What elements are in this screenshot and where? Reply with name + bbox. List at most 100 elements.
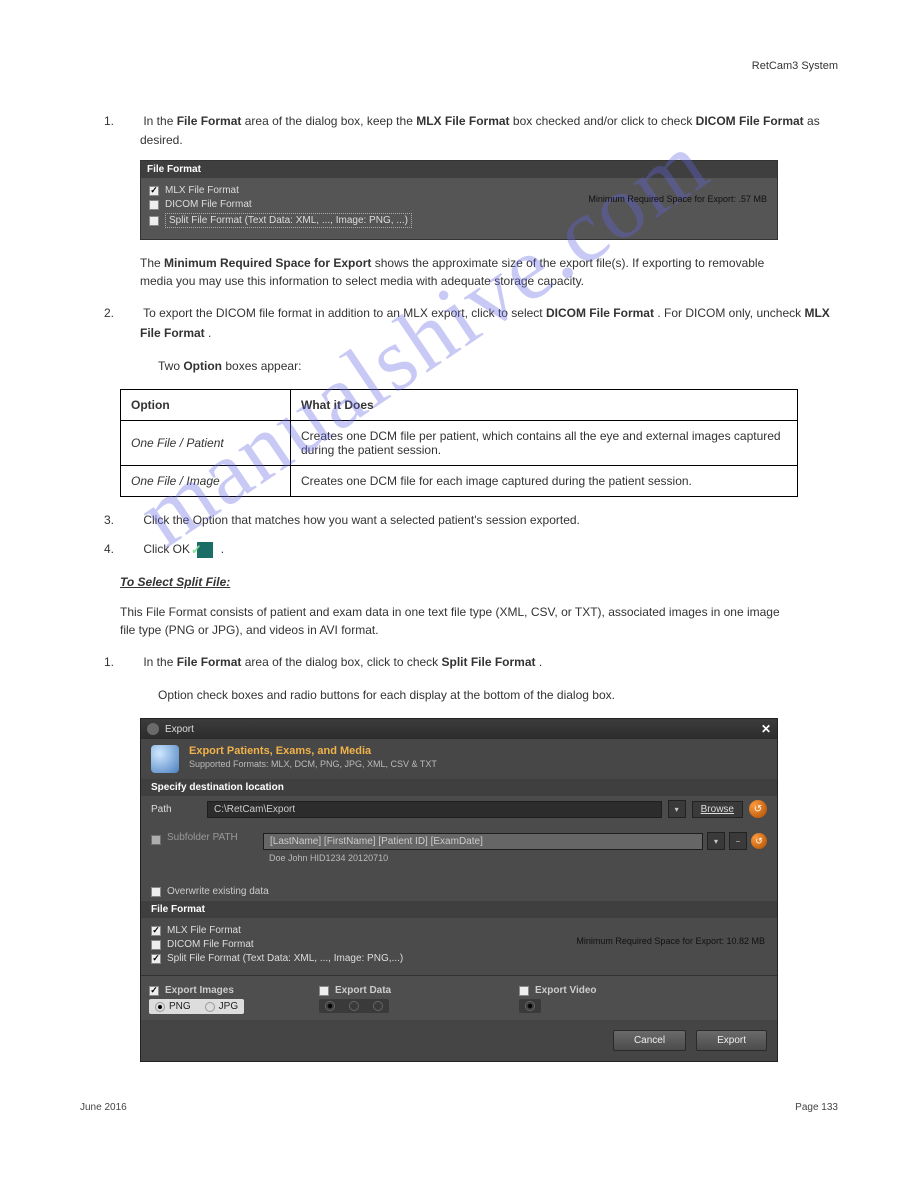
step-number: 1. xyxy=(122,653,140,672)
reset-icon[interactable]: ↺ xyxy=(749,800,767,818)
png-radio[interactable]: PNG xyxy=(155,1001,191,1012)
path-dropdown-icon[interactable]: ▾ xyxy=(668,800,686,818)
text: boxes appear: xyxy=(225,359,301,373)
titlebar: Export ✕ xyxy=(141,719,777,739)
checkbox-icon xyxy=(519,986,529,996)
mlx-checkbox-row[interactable]: MLX File Format xyxy=(151,925,767,936)
radio-icon xyxy=(205,1002,215,1012)
path-input[interactable]: C:\RetCam\Export xyxy=(207,801,662,818)
checkbox-icon xyxy=(149,216,159,226)
checkbox-icon xyxy=(319,986,329,996)
globe-icon xyxy=(151,745,179,773)
product-name: RetCam3 System xyxy=(752,60,838,72)
minus-icon[interactable]: − xyxy=(729,832,747,850)
radio-label: PNG xyxy=(169,1001,191,1012)
text: area of the dialog box, click to check xyxy=(245,655,442,669)
table-row: One File / Image Creates one DCM file fo… xyxy=(121,465,798,496)
checkbox-icon xyxy=(151,940,161,950)
export-video-check[interactable]: Export Video xyxy=(519,985,769,996)
step-number: 4. xyxy=(122,540,140,559)
cell-option: One File / Patient xyxy=(121,420,291,465)
table-header-option: Option xyxy=(121,389,291,420)
step-1: 1. In the File Format area of the dialog… xyxy=(140,112,838,150)
term-file-format: File Format xyxy=(177,655,242,669)
cell-desc: Creates one DCM file per patient, which … xyxy=(291,420,798,465)
term-dicom: DICOM File Format xyxy=(696,114,804,128)
chevron-down-icon[interactable]: ▾ xyxy=(707,832,725,850)
jpg-radio[interactable]: JPG xyxy=(205,1001,238,1012)
checkbox-label: DICOM File Format xyxy=(167,939,254,950)
overwrite-row[interactable]: Overwrite existing data xyxy=(141,882,777,901)
export-images-check[interactable]: Export Images xyxy=(149,985,303,996)
banner-subtitle: Supported Formats: MLX, DCM, PNG, JPG, X… xyxy=(189,759,437,769)
close-icon[interactable]: ✕ xyxy=(761,722,771,736)
subfolder-input[interactable]: [LastName] [FirstName] [Patient ID] [Exa… xyxy=(263,833,703,850)
option-intro: Two Option boxes appear: xyxy=(158,357,838,375)
split-checkbox-row[interactable]: Split File Format (Text Data: XML, ..., … xyxy=(151,953,767,964)
step-number: 3. xyxy=(122,511,140,530)
browse-button[interactable]: Browse xyxy=(692,801,743,818)
radio-icon[interactable] xyxy=(325,1001,335,1011)
cancel-button[interactable]: Cancel xyxy=(613,1030,686,1051)
split-intro: This File Format consists of patient and… xyxy=(120,603,798,639)
table-header-what: What it Does xyxy=(291,389,798,420)
checkbox-icon xyxy=(149,986,159,996)
checkbox-label: Split File Format (Text Data: XML, ..., … xyxy=(165,213,412,228)
overwrite-label: Overwrite existing data xyxy=(167,886,269,897)
subfolder-checkbox[interactable] xyxy=(151,835,161,845)
page-footer: June 2016 Page 133 xyxy=(80,1102,838,1113)
reset-icon[interactable]: ↺ xyxy=(751,833,767,849)
radio-icon[interactable] xyxy=(349,1001,359,1011)
term-file-format: File Format xyxy=(177,114,242,128)
term-option: Option xyxy=(183,359,222,373)
checkbox-label: MLX File Format xyxy=(165,185,239,196)
options-table: Option What it Does One File / Patient C… xyxy=(120,389,798,497)
section-file-format: File Format xyxy=(141,901,777,918)
subheading-select-split: To Select Split File: xyxy=(120,575,798,589)
text: . For DICOM only, uncheck xyxy=(657,306,804,320)
term-dicom: DICOM File Format xyxy=(546,306,654,320)
required-space-note: Minimum Required Space for Export: 10.82… xyxy=(576,936,765,946)
checkbox-icon xyxy=(149,200,159,210)
text: keep the xyxy=(367,114,416,128)
text: To export the DICOM file format in addit… xyxy=(143,306,546,320)
checkbox-icon xyxy=(149,186,159,196)
checkbox-icon xyxy=(151,954,161,964)
section-destination: Specify destination location xyxy=(141,779,777,796)
file-format-panel-1: File Format MLX File Format DICOM File F… xyxy=(140,160,778,240)
radio-icon xyxy=(155,1002,165,1012)
path-label: Path xyxy=(151,804,201,815)
term-mlx: MLX File Format xyxy=(416,114,509,128)
export-options-row: Export Images PNG JPG Export Data xyxy=(141,975,777,1020)
export-button[interactable]: Export xyxy=(696,1030,767,1051)
step-4: 4. Click OK ✓ . xyxy=(140,540,838,559)
checkbox-icon xyxy=(151,926,161,936)
text: box checked and/or click to check xyxy=(513,114,696,128)
text: area of the dialog box, xyxy=(245,114,367,128)
ok-check-icon: ✓ xyxy=(197,542,213,558)
label: Export Data xyxy=(335,985,391,996)
dialog-banner: Export Patients, Exams, and Media Suppor… xyxy=(141,739,777,779)
cell-option: One File / Image xyxy=(121,465,291,496)
subfolder-example: Doe John HID1234 20120710 xyxy=(263,850,767,866)
text: . xyxy=(221,542,224,556)
checkbox-label: Split File Format (Text Data: XML, ..., … xyxy=(167,953,403,964)
checkbox-label: MLX File Format xyxy=(167,925,241,936)
label: Export Images xyxy=(165,985,234,996)
checkbox-icon xyxy=(151,887,161,897)
radio-icon[interactable] xyxy=(525,1001,535,1011)
term: Minimum Required Space for Export xyxy=(164,256,371,270)
split-checkbox-row[interactable]: Split File Format (Text Data: XML, ..., … xyxy=(149,213,769,228)
text: . xyxy=(539,655,542,669)
filesize-paragraph: The Minimum Required Space for Export sh… xyxy=(140,254,778,290)
banner-title: Export Patients, Exams, and Media xyxy=(189,745,437,757)
split-after: Option check boxes and radio buttons for… xyxy=(158,686,838,704)
export-data-check[interactable]: Export Data xyxy=(319,985,503,996)
image-format-radios: PNG JPG xyxy=(149,999,244,1014)
checkbox-label: DICOM File Format xyxy=(165,199,252,210)
step-number: 1. xyxy=(122,112,140,131)
required-space-note: Minimum Required Space for Export: .57 M… xyxy=(588,194,767,204)
text: In the xyxy=(143,114,176,128)
radio-icon[interactable] xyxy=(373,1001,383,1011)
text: Click OK xyxy=(143,542,193,556)
